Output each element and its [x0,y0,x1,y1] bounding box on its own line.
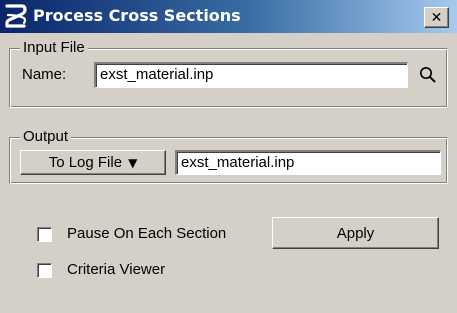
process-cross-sections-dialog: Process Cross Sections ✕ Input File Name… [0,0,457,313]
close-button[interactable]: ✕ [424,7,449,28]
pause-on-each-section-label[interactable]: Pause On Each Section [67,225,226,242]
window-title: Process Cross Sections [33,6,241,25]
output-group-label: Output [20,128,72,145]
title-bar[interactable]: Process Cross Sections ✕ [0,0,457,33]
criteria-viewer-label[interactable]: Criteria Viewer [67,261,165,278]
magnifier-icon[interactable] [418,65,438,85]
output-mode-label: To Log File [48,154,123,171]
name-label: Name: [22,66,67,83]
input-file-name-field[interactable]: exst_material.inp [94,62,408,88]
pause-on-each-section-checkbox[interactable] [37,227,52,242]
apply-button[interactable]: Apply [272,217,439,249]
close-icon: ✕ [430,9,443,26]
apply-button-label: Apply [336,224,375,242]
input-file-group-label: Input File [20,39,88,56]
bentley-b-icon [5,4,27,28]
criteria-viewer-checkbox[interactable] [37,263,52,278]
output-file-field[interactable]: exst_material.inp [175,150,441,175]
dropdown-arrow-icon: ▼ [128,155,138,170]
output-mode-dropdown[interactable]: To Log File ▼ [20,150,166,175]
